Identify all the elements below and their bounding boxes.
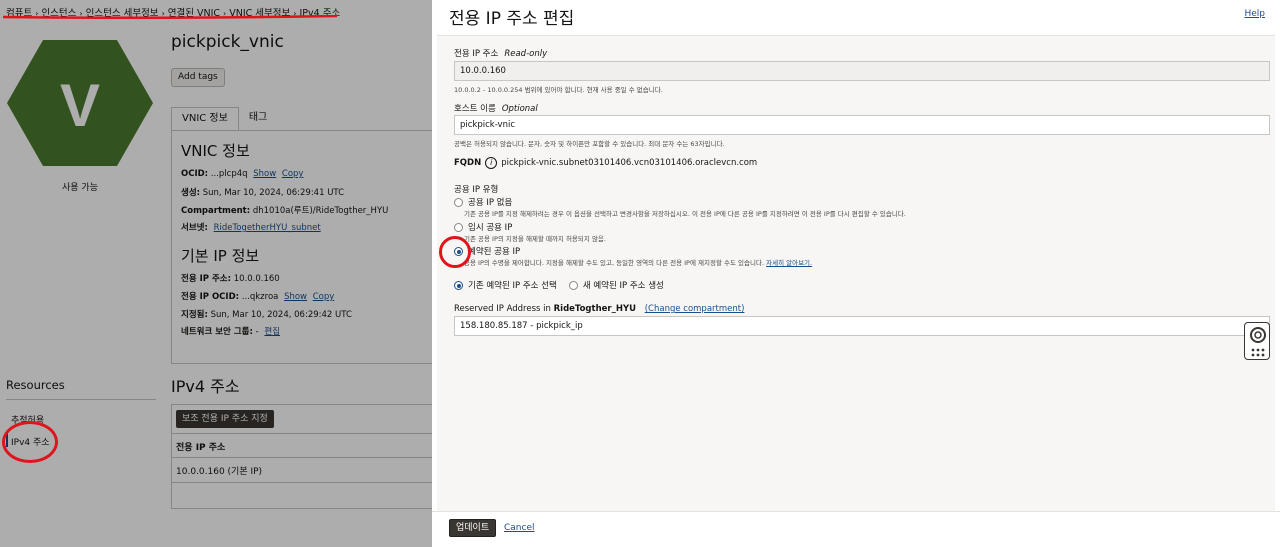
drawer-header: 전용 IP 주소 편집 Help	[432, 0, 1280, 34]
optional-hint: Optional	[501, 104, 538, 114]
drawer-body: 전용 IP 주소 Read-only 10.0.0.160 10.0.0.2 - …	[437, 35, 1275, 511]
help-link[interactable]: Help	[1244, 9, 1265, 19]
radio-label: 공용 IP 없음	[468, 198, 513, 208]
private-ip-field-label-text: 전용 IP 주소	[454, 49, 499, 59]
private-ip-field: 10.0.0.160	[454, 61, 1270, 81]
annotation-circle-ipv4	[2, 421, 58, 463]
reserved-ip-source-options: 기존 예약된 IP 주소 선택 새 예약된 IP 주소 생성	[454, 279, 664, 291]
hostname-field-label: 호스트 이름 Optional	[454, 102, 538, 114]
existing-reserved-ip-option[interactable]: 기존 예약된 IP 주소 선택	[468, 279, 557, 291]
reserved-public-ip-help-text: 공용 IP의 수명을 제어합니다. 지정을 해제할 수도 있고, 동일한 영역의…	[464, 259, 765, 267]
reserved-public-ip-help: 공용 IP의 수명을 제어합니다. 지정을 해제할 수도 있고, 동일한 영역의…	[464, 257, 812, 267]
apps-grid-icon	[1251, 348, 1265, 357]
change-compartment-link[interactable]: (Change compartment)	[645, 304, 745, 314]
radio-button-selected[interactable]	[454, 280, 463, 290]
annotation-underline	[2, 15, 338, 19]
radio-ephemeral-public-ip[interactable]: 임시 공용 IP	[454, 221, 512, 233]
fqdn-row: FQDN i pickpick-vnic.subnet03101406.vcn0…	[454, 157, 757, 169]
reserved-ip-compartment: RideTogther_HYU	[553, 304, 637, 314]
lifebuoy-icon	[1250, 327, 1266, 357]
annotation-circle-reserved	[439, 236, 471, 268]
reserved-ip-label: Reserved IP Address in RideTogther_HYU (…	[454, 304, 744, 314]
no-public-ip-help: 기존 공용 IP를 지정 해제하려는 경우 이 옵션을 선택하고 변경사항을 저…	[464, 210, 906, 218]
private-ip-help: 10.0.0.2 - 10.0.0.254 범위에 있어야 합니다. 현재 사용…	[454, 86, 663, 94]
radio-button[interactable]	[568, 280, 578, 290]
hostname-input[interactable]: pickpick-vnic	[454, 115, 1270, 135]
read-only-hint: Read-only	[504, 49, 548, 59]
ephemeral-public-ip-help: 기존 공용 IP의 지정을 해제할 때까지 허용되지 않음.	[464, 235, 606, 243]
radio-label: 예약된 공용 IP	[468, 247, 521, 257]
new-reserved-ip-option[interactable]: 새 예약된 IP 주소 생성	[583, 279, 664, 291]
private-ip-field-label: 전용 IP 주소 Read-only	[454, 47, 547, 59]
fqdn-value: pickpick-vnic.subnet03101406.vcn03101406…	[501, 158, 758, 168]
hostname-help: 공백은 허용되지 않습니다. 문자, 숫자 및 하이픈만 포함할 수 있습니다.…	[454, 140, 725, 148]
cancel-link[interactable]: Cancel	[504, 523, 535, 533]
edit-private-ip-drawer: 전용 IP 주소 편집 Help 전용 IP 주소 Read-only 10.0.…	[432, 0, 1280, 547]
public-ip-type-label: 공용 IP 유형	[454, 185, 499, 195]
reserved-ip-label-prefix: Reserved IP Address in	[454, 304, 551, 314]
modal-backdrop[interactable]	[0, 0, 432, 547]
radio-button[interactable]	[454, 222, 463, 232]
drawer-title: 전용 IP 주소 편집	[449, 9, 575, 29]
update-button[interactable]: 업데이트	[449, 519, 497, 537]
reserved-ip-select[interactable]: 158.180.85.187 - pickpick_ip	[454, 316, 1270, 336]
learn-more-link[interactable]: 자세히 알아보기.	[766, 259, 812, 267]
fqdn-label: FQDN	[454, 158, 482, 168]
info-icon[interactable]: i	[485, 157, 498, 169]
radio-button[interactable]	[454, 197, 463, 207]
radio-no-public-ip[interactable]: 공용 IP 없음	[454, 196, 512, 208]
radio-label: 임시 공용 IP	[468, 223, 513, 233]
hostname-field-label-text: 호스트 이름	[454, 104, 496, 114]
help-widget[interactable]	[1244, 322, 1270, 360]
drawer-footer: 업데이트 Cancel	[432, 511, 1280, 547]
